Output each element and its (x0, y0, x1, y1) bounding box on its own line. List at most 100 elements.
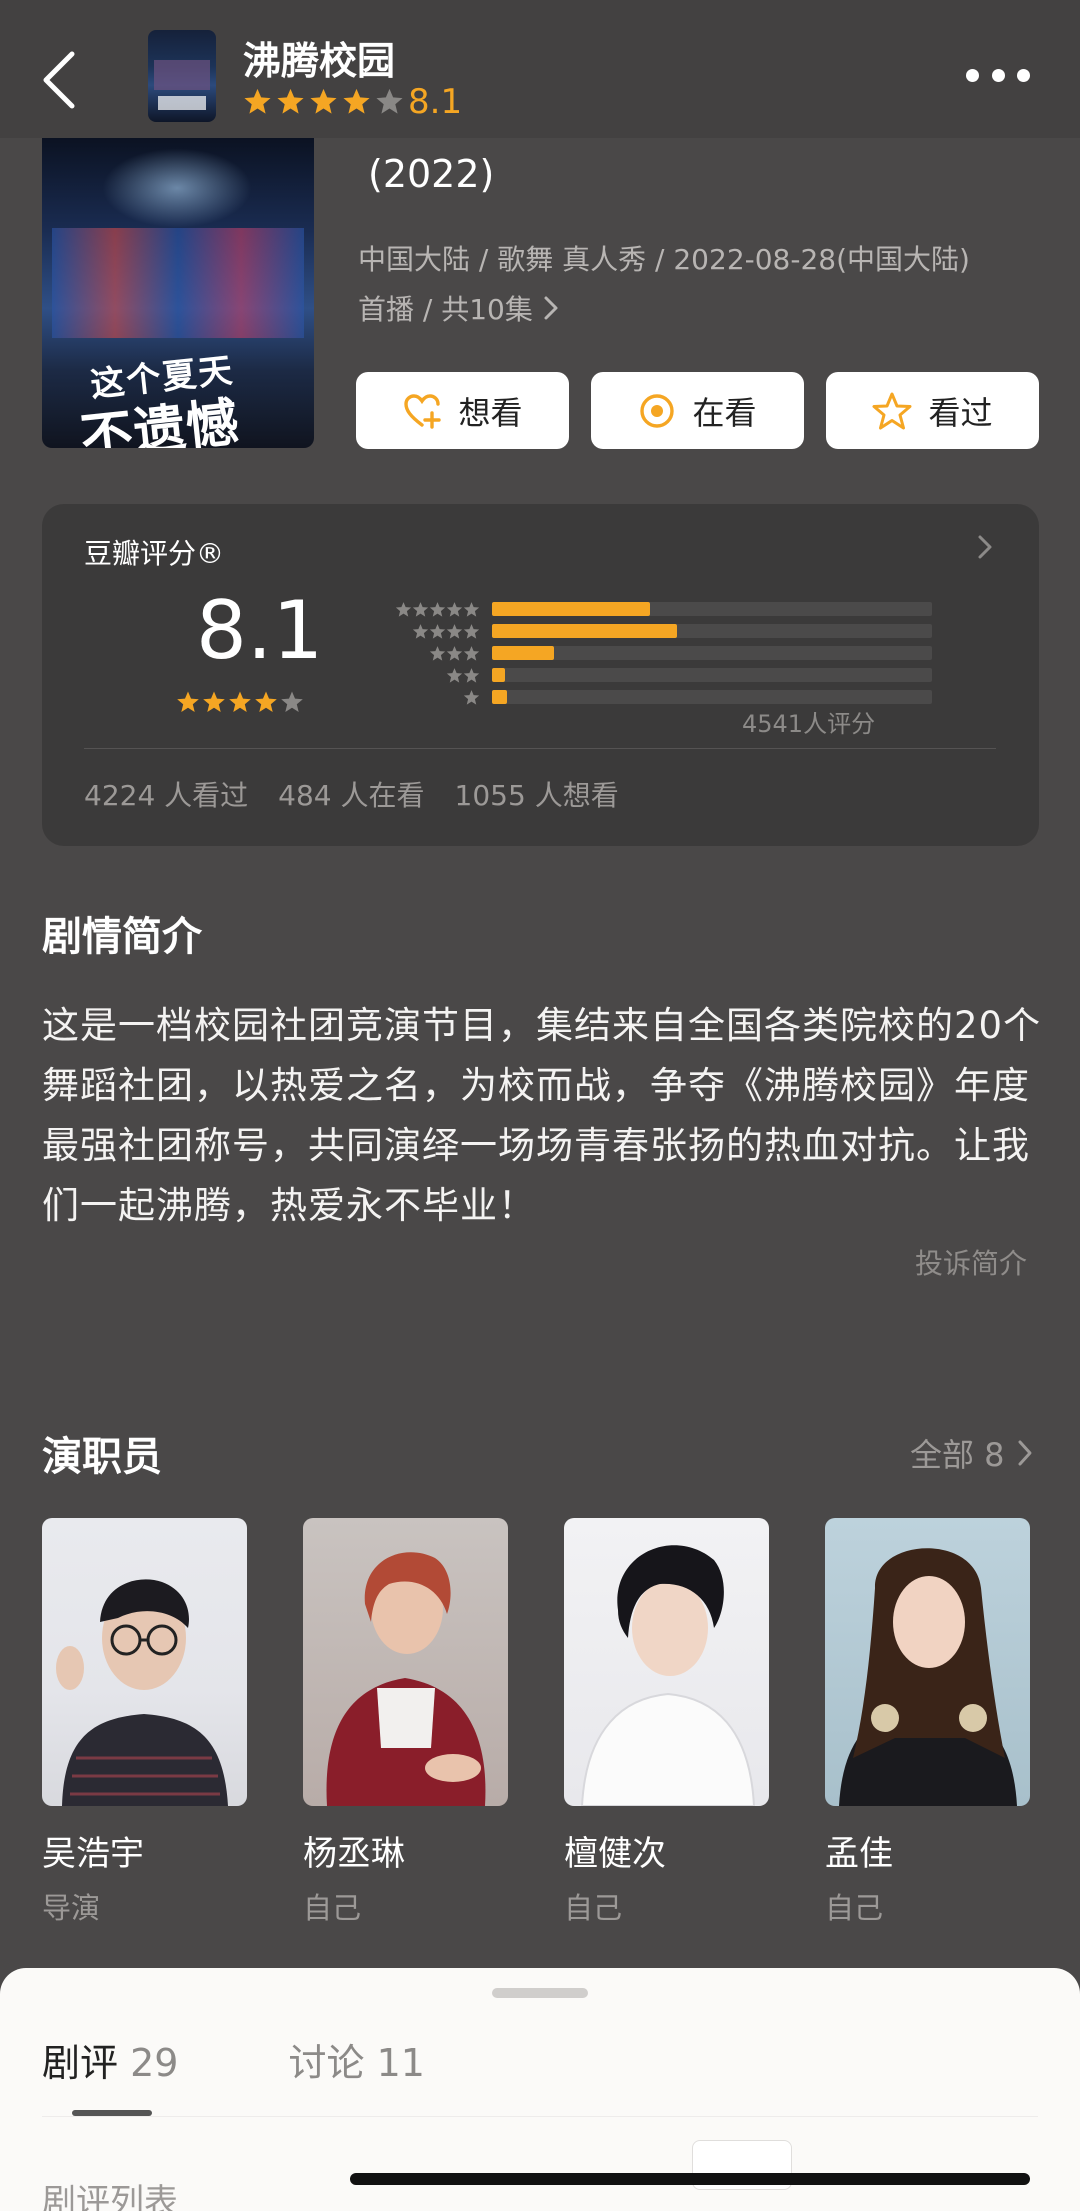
cast-all-link[interactable]: 全部 8 (910, 1430, 1033, 1476)
cast-member[interactable]: 吴浩宇 导演 (42, 1518, 247, 1927)
synopsis-title: 剧情简介 (42, 914, 202, 960)
distribution-track (492, 690, 932, 704)
tab-discussions[interactable]: 讨论 11 (288, 2032, 424, 2087)
divider (42, 2116, 1038, 2117)
distribution-row (352, 664, 942, 686)
chevron-right-icon (1018, 1440, 1032, 1466)
rating-distribution (352, 598, 942, 708)
rating-detail-arrow[interactable] (977, 534, 993, 564)
header-poster-thumbnail (148, 30, 216, 122)
rating-stars (176, 690, 306, 714)
tab-label: 剧评 (42, 2041, 119, 2085)
watched-count[interactable]: 4224 人看过 (84, 774, 248, 814)
cast-role: 自己 (825, 1891, 884, 1925)
star-icon (429, 645, 446, 661)
star-icon (343, 88, 370, 114)
star-icon (463, 667, 480, 683)
distribution-bar (492, 668, 506, 682)
cast-member[interactable]: 檀健次 自己 (564, 1518, 769, 1927)
cast-name: 杨丞琳 (303, 1834, 405, 1874)
action-buttons: 想看 在看 看过 (356, 372, 1039, 449)
chevron-right-icon (978, 535, 992, 559)
episodes-text: 首播 / 共10集 (358, 293, 533, 326)
star-icon (446, 667, 463, 683)
star-icon (310, 88, 337, 114)
rating-score: 8.1 (196, 584, 324, 677)
watched-button[interactable]: 看过 (826, 372, 1039, 449)
header-score: 8.1 (408, 82, 463, 122)
drag-handle[interactable] (492, 1988, 588, 1998)
want-count[interactable]: 1055 人想看 (455, 774, 619, 814)
sheet-tabs: 剧评 29 讨论 11 (42, 2032, 425, 2087)
star-icon (244, 88, 271, 114)
star-icon (446, 645, 463, 661)
distribution-stars (352, 689, 492, 706)
star-icon (446, 601, 463, 617)
rating-count: 4541人评分 (742, 710, 876, 738)
star-icon (429, 623, 446, 639)
watching-button[interactable]: 在看 (591, 372, 804, 449)
star-icon (395, 601, 412, 617)
distribution-row (352, 620, 942, 642)
dot-icon (991, 68, 1005, 82)
star-icon (463, 689, 480, 705)
show-meta-episodes[interactable]: 首播 / 共10集 (358, 288, 559, 328)
cast-photo (825, 1518, 1030, 1806)
distribution-track (492, 646, 932, 660)
dot-icon (1017, 68, 1030, 82)
cast-name: 檀健次 (564, 1834, 666, 1874)
distribution-bar (492, 624, 677, 638)
distribution-stars (352, 623, 492, 640)
tab-reviews[interactable]: 剧评 29 (42, 2032, 178, 2087)
star-icon (412, 601, 429, 617)
cast-name: 吴浩宇 (42, 1834, 144, 1874)
distribution-track (492, 624, 932, 638)
cast-role: 自己 (303, 1891, 362, 1925)
cast-role: 导演 (42, 1891, 101, 1925)
rating-stats: 4224 人看过 484 人在看 1055 人想看 (84, 774, 619, 814)
poster-light-effect (102, 148, 252, 228)
star-icon (376, 88, 403, 114)
distribution-stars (352, 601, 492, 618)
star-icon (277, 88, 304, 114)
review-list-title: 剧评列表 (42, 2182, 178, 2211)
watching-count[interactable]: 484 人在看 (278, 774, 424, 814)
cast-photo (42, 1518, 247, 1806)
synopsis-text: 这是一档校园社团竞演节目，集结来自全国各类院校的20个舞蹈社团，以热爱之名，为校… (42, 1004, 1042, 1227)
header-rating-stars (243, 84, 408, 118)
home-indicator[interactable] (350, 2173, 1030, 2185)
tab-count: 11 (376, 2041, 425, 2085)
more-button[interactable] (966, 60, 1030, 90)
want-button[interactable]: 想看 (356, 372, 569, 449)
cast-member[interactable]: 孟佳 自己 (825, 1518, 1030, 1927)
star-icon (463, 601, 480, 617)
distribution-track (492, 602, 932, 616)
star-outline-icon (872, 392, 912, 429)
star-icon (463, 623, 480, 639)
tab-label: 讨论 (288, 2041, 365, 2085)
distribution-row (352, 642, 942, 664)
star-icon (446, 623, 463, 639)
watched-label: 看过 (928, 393, 993, 432)
show-poster[interactable]: 这个夏天 不遗憾 (42, 138, 314, 448)
cast-name: 孟佳 (825, 1834, 893, 1874)
star-icon (463, 645, 480, 661)
cast-member[interactable]: 杨丞琳 自己 (303, 1518, 508, 1927)
star-icon (281, 691, 303, 712)
star-icon (429, 601, 446, 617)
show-meta: 中国大陆 / 歌舞 真人秀 / 2022-08-28(中国大陆) (358, 243, 970, 276)
douban-rating-card[interactable]: 豆瓣评分® 8.1 4541人评分 4224 人看过 484 人在看 1055 … (42, 504, 1039, 846)
cast-photo (564, 1518, 769, 1806)
chevron-right-icon (544, 296, 558, 320)
rating-title: 豆瓣评分® (84, 537, 225, 570)
poster-stage (52, 228, 304, 338)
star-icon (412, 623, 429, 639)
back-button[interactable] (38, 48, 88, 112)
cast-list: 吴浩宇 导演 杨丞琳 自己 檀健次 自己 孟佳 自己 (42, 1518, 1030, 1927)
cast-all-label: 全部 8 (910, 1436, 1005, 1474)
divider (84, 748, 996, 749)
top-nav-bar: 沸腾校园 8.1 (0, 0, 1080, 138)
report-synopsis-link[interactable]: 投诉简介 (915, 1242, 1027, 1282)
tab-count: 29 (130, 2041, 179, 2085)
cast-photo (303, 1518, 508, 1806)
